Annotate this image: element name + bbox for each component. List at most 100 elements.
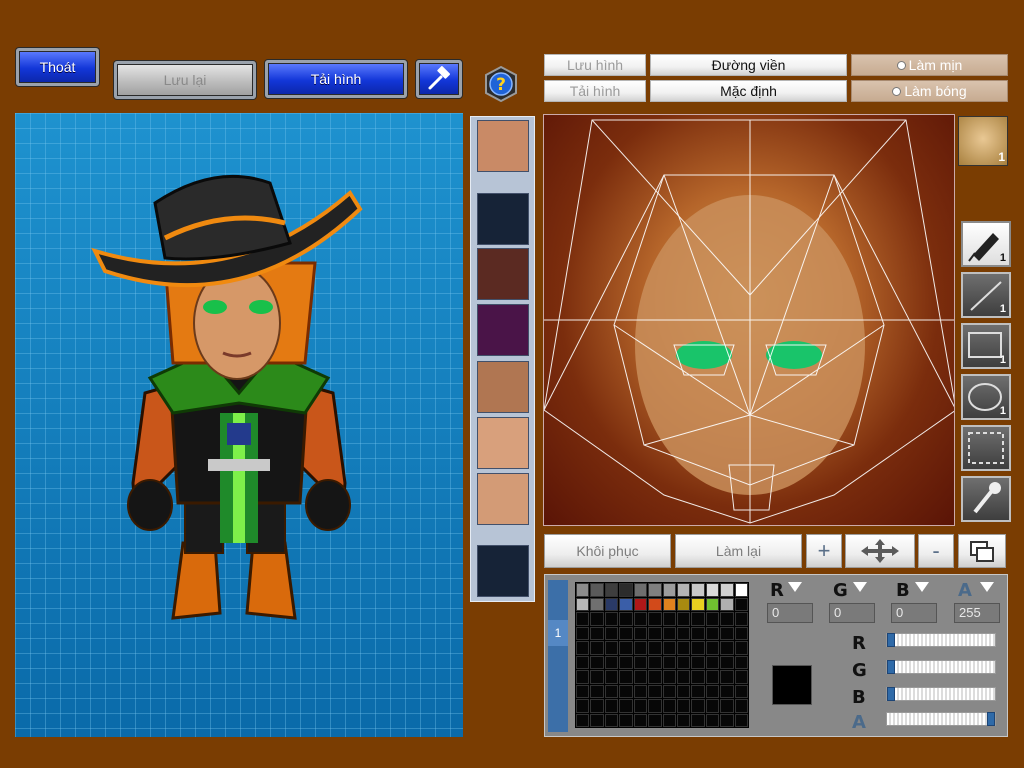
alpha-value-field[interactable]: 255 <box>954 603 1000 623</box>
palette-swatch[interactable] <box>691 597 705 611</box>
palette-swatch[interactable] <box>734 612 748 626</box>
layers-button[interactable] <box>958 534 1006 568</box>
thumb-empty-slot[interactable] <box>477 545 529 597</box>
palette-swatch[interactable] <box>676 655 691 669</box>
move-button[interactable] <box>845 534 915 568</box>
palette-swatch[interactable] <box>576 713 590 727</box>
palette-swatch[interactable] <box>734 684 748 698</box>
palette-swatch[interactable] <box>676 597 691 611</box>
chevron-down-icon[interactable] <box>788 582 802 592</box>
palette-swatch[interactable] <box>705 612 720 626</box>
palette-swatch[interactable] <box>576 655 590 669</box>
palette-swatch[interactable] <box>662 597 676 611</box>
line-tool[interactable]: 1 <box>961 272 1011 318</box>
palette-swatch[interactable] <box>633 612 648 626</box>
palette-swatch[interactable] <box>662 713 676 727</box>
palette-swatch[interactable] <box>691 713 705 727</box>
palette-swatch[interactable] <box>633 626 648 640</box>
palette-swatch[interactable] <box>676 684 691 698</box>
palette-swatch[interactable] <box>691 641 705 655</box>
palette-swatch[interactable] <box>619 597 633 611</box>
palette-swatch[interactable] <box>662 670 676 684</box>
palette-swatch[interactable] <box>590 641 604 655</box>
thumb-face-eyes[interactable] <box>477 361 529 413</box>
alpha-slider-knob[interactable] <box>987 712 995 726</box>
palette-tab-1[interactable]: 1 <box>548 620 568 646</box>
palette-swatch[interactable] <box>619 612 633 626</box>
help-button[interactable]: ? <box>483 65 519 103</box>
load-image-button[interactable]: Tải hình <box>265 60 407 98</box>
palette-swatch[interactable] <box>576 626 590 640</box>
palette-swatch[interactable] <box>590 597 604 611</box>
palette-swatch[interactable] <box>604 597 619 611</box>
palette-swatch[interactable] <box>734 597 748 611</box>
redo-button[interactable]: Làm lại <box>675 534 802 568</box>
thumb-head-top[interactable] <box>477 248 529 300</box>
palette-swatch[interactable] <box>662 641 676 655</box>
palette-swatch[interactable] <box>590 684 604 698</box>
palette-swatch[interactable] <box>676 713 691 727</box>
selection-tool[interactable] <box>961 425 1011 471</box>
palette-swatch[interactable] <box>648 583 662 597</box>
palette-swatch[interactable] <box>619 699 633 713</box>
palette-swatch[interactable] <box>676 670 691 684</box>
blue-value-field[interactable]: 0 <box>891 603 937 623</box>
palette-swatch[interactable] <box>734 583 748 597</box>
palette-swatch[interactable] <box>619 626 633 640</box>
palette-swatch[interactable] <box>720 684 734 698</box>
palette-swatch[interactable] <box>691 612 705 626</box>
palette-swatch[interactable] <box>734 626 748 640</box>
rectangle-tool[interactable]: 1 <box>961 323 1011 369</box>
palette-swatch[interactable] <box>648 699 662 713</box>
chevron-down-icon[interactable] <box>980 582 994 592</box>
palette-swatch[interactable] <box>648 641 662 655</box>
blue-slider[interactable] <box>886 687 996 701</box>
palette-swatch[interactable] <box>648 597 662 611</box>
palette-swatch[interactable] <box>604 641 619 655</box>
palette-swatch[interactable] <box>676 612 691 626</box>
palette-swatch[interactable] <box>705 655 720 669</box>
exit-button[interactable]: Thoát <box>16 48 99 86</box>
palette-swatch[interactable] <box>662 626 676 640</box>
palette-swatch[interactable] <box>662 699 676 713</box>
green-slider[interactable] <box>886 660 996 674</box>
palette-swatch[interactable] <box>604 626 619 640</box>
palette-swatch[interactable] <box>648 713 662 727</box>
outline-button[interactable]: Đường viền <box>650 54 847 76</box>
palette-swatch[interactable] <box>720 670 734 684</box>
palette-swatch[interactable] <box>633 699 648 713</box>
palette-swatch[interactable] <box>619 641 633 655</box>
palette-swatch[interactable] <box>604 583 619 597</box>
palette-swatch[interactable] <box>705 583 720 597</box>
palette-swatch[interactable] <box>691 626 705 640</box>
palette-swatch[interactable] <box>676 583 691 597</box>
default-button[interactable]: Mặc định <box>650 80 847 102</box>
palette-swatch[interactable] <box>576 641 590 655</box>
palette-swatch[interactable] <box>676 626 691 640</box>
thumb-face-portrait[interactable] <box>477 120 529 172</box>
palette-swatch[interactable] <box>691 655 705 669</box>
palette-swatch[interactable] <box>576 684 590 698</box>
palette-swatch[interactable] <box>576 670 590 684</box>
palette-swatch[interactable] <box>662 684 676 698</box>
palette-swatch[interactable] <box>576 597 590 611</box>
zoom-in-button[interactable]: + <box>806 534 842 568</box>
palette-swatch[interactable] <box>648 612 662 626</box>
pen-tool[interactable]: 1 <box>961 221 1011 267</box>
palette-swatch[interactable] <box>619 713 633 727</box>
ellipse-tool[interactable]: 1 <box>961 374 1011 420</box>
palette-swatch[interactable] <box>590 713 604 727</box>
palette-swatch[interactable] <box>691 699 705 713</box>
palette-swatch[interactable] <box>576 699 590 713</box>
chevron-down-icon[interactable] <box>915 582 929 592</box>
palette-swatch[interactable] <box>705 684 720 698</box>
palette-swatch[interactable] <box>633 641 648 655</box>
thumb-face-nose[interactable] <box>477 417 529 469</box>
palette-swatch[interactable] <box>633 597 648 611</box>
palette-swatch[interactable] <box>734 713 748 727</box>
palette-swatch[interactable] <box>676 699 691 713</box>
palette-swatch[interactable] <box>720 612 734 626</box>
palette-swatch[interactable] <box>604 612 619 626</box>
chevron-down-icon[interactable] <box>853 582 867 592</box>
shade-radio[interactable]: Làm bóng <box>851 80 1008 102</box>
